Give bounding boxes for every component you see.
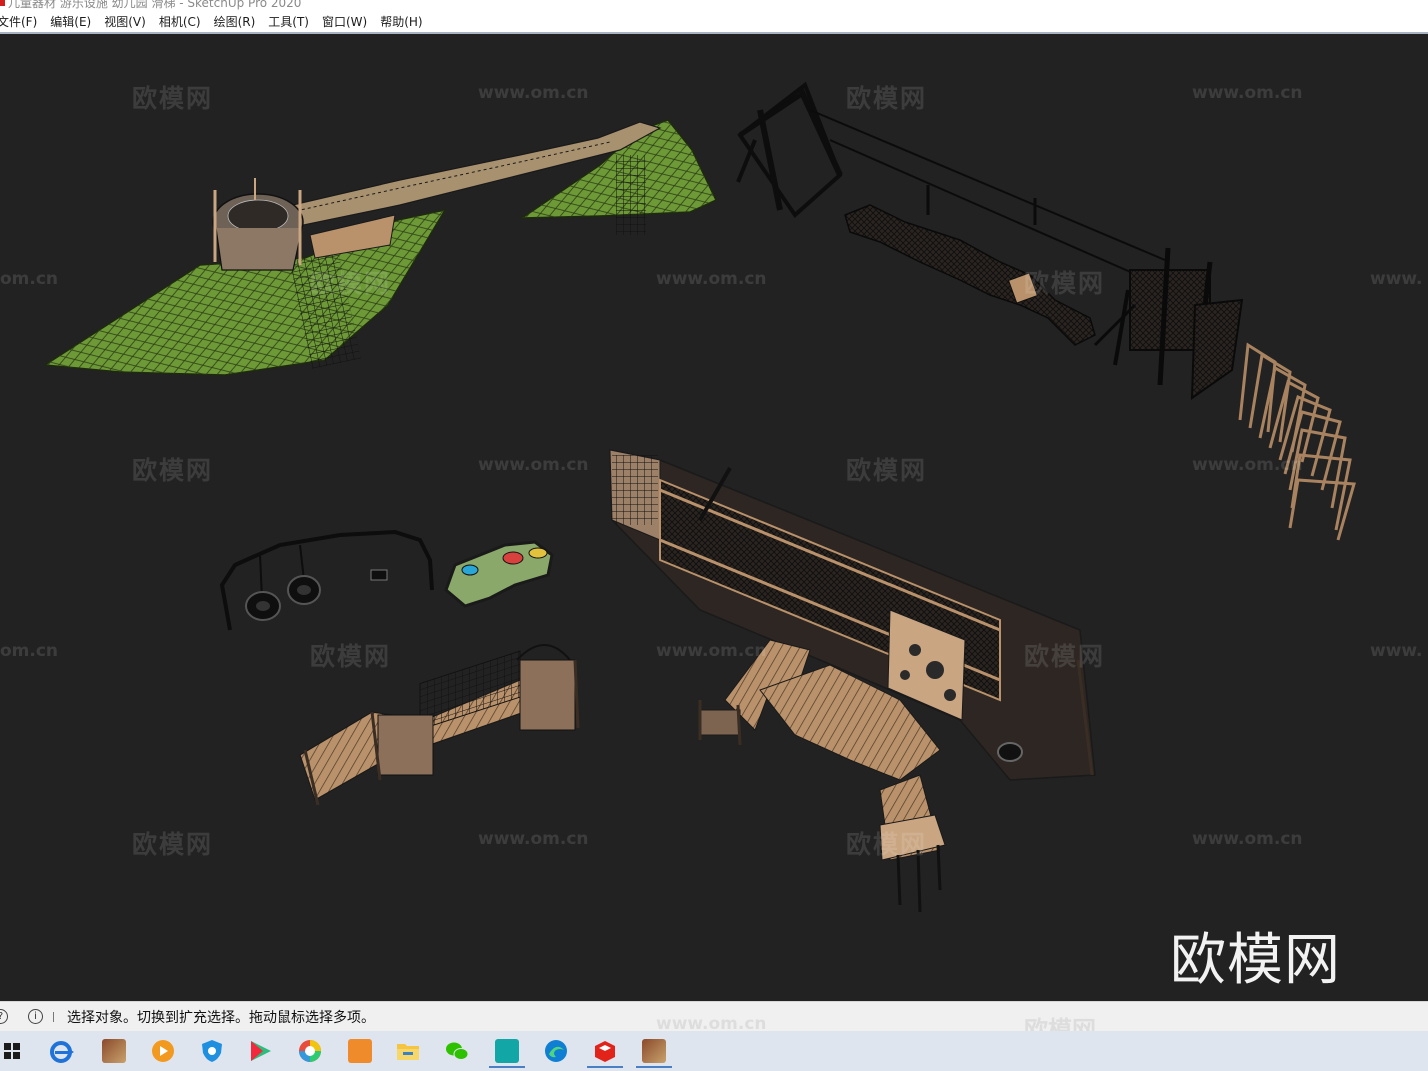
image-viewer-app-icon [102, 1039, 126, 1063]
watermark-url: www.om.cn [478, 455, 589, 475]
menu-view[interactable]: 视图(V) [104, 13, 146, 30]
taskbar-security[interactable] [192, 1034, 232, 1068]
taskbar-video-app[interactable] [241, 1034, 281, 1068]
menu-tools[interactable]: 工具(T) [268, 13, 309, 30]
watermark-url: www. [1370, 269, 1423, 289]
title-bar: 儿童器材 游乐设施 幼儿园 滑梯 - SketchUp Pro 2020 [0, 0, 1428, 11]
watermark-text: 欧模网 [310, 642, 392, 671]
sketchup-icon [595, 1041, 615, 1062]
taskbar-pdf-reader[interactable] [340, 1034, 380, 1068]
watermark-url: www.om.cn [478, 829, 589, 849]
taskbar-sketchup[interactable] [585, 1034, 625, 1068]
watermark-text: 欧模网 [1024, 642, 1106, 671]
watermark-text: 欧模网 [132, 84, 214, 113]
model-viewport[interactable]: 欧模网 www.om.cn 欧模网 www.om.cn om.cn 欧模网 ww… [0, 36, 1428, 1001]
taskbar-3dsmax[interactable] [487, 1034, 527, 1068]
watermark-url: www.om.cn [1192, 829, 1303, 849]
watermark-text: 欧模网 [846, 456, 928, 485]
image-viewer-app-icon-2 [642, 1039, 666, 1063]
pdf-reader-icon [348, 1039, 372, 1063]
status-bar: ? i 选择对象。切换到扩充选择。拖动鼠标选择多项。 www.om.cn 欧模网 [0, 1001, 1428, 1044]
wechat-icon [446, 1042, 469, 1060]
menu-help[interactable]: 帮助(H) [380, 13, 422, 30]
menu-file[interactable]: 文件(F) [0, 13, 37, 30]
watermark-text: 欧模网 [132, 830, 214, 859]
watermark-text: 欧模网 [1024, 269, 1106, 298]
taskbar-color-app[interactable] [290, 1034, 330, 1068]
watermark-url: www. [1370, 641, 1423, 661]
taskbar-image-viewer[interactable] [94, 1034, 134, 1068]
menu-edit[interactable]: 编辑(E) [50, 13, 91, 30]
watermark-url: om.cn [0, 269, 59, 289]
watermark-url: www.om.cn [656, 269, 767, 289]
swing-set-model [219, 529, 434, 631]
internet-explorer-icon [50, 1041, 74, 1063]
menu-window[interactable]: 窗口(W) [322, 13, 367, 30]
3dsmax-icon [495, 1039, 519, 1063]
taskbar-edge[interactable] [536, 1034, 576, 1068]
sketchup-app-icon [0, 0, 5, 6]
media-player-icon [152, 1040, 174, 1062]
status-divider [53, 1011, 54, 1022]
windows-start-icon [4, 1043, 20, 1059]
menu-bar: 文件(F) 编辑(E) 视图(V) 相机(C) 绘图(R) 工具(T) 窗口(W… [0, 11, 1428, 34]
menu-draw[interactable]: 绘图(R) [214, 13, 256, 30]
security-shield-icon [202, 1040, 222, 1062]
watermark-url: om.cn [0, 641, 59, 661]
windows-start-button[interactable] [0, 1034, 32, 1068]
menu-camera[interactable]: 相机(C) [159, 13, 201, 30]
video-app-icon [251, 1041, 271, 1061]
color-wheel-app-icon [299, 1040, 321, 1062]
taskbar-file-explorer[interactable] [388, 1034, 428, 1068]
play-mat-model [444, 540, 554, 608]
watermark-text: 欧模网 [132, 456, 214, 485]
taskbar-internet-explorer[interactable] [42, 1034, 82, 1068]
help-question-icon[interactable]: ? [0, 1009, 8, 1024]
hill-tower-slide-model [42, 119, 718, 376]
watermark-url: www.om.cn [1192, 83, 1303, 103]
edge-browser-icon [545, 1040, 567, 1062]
watermark-text: 欧模网 [846, 84, 928, 113]
taskbar-media-player[interactable] [143, 1034, 183, 1068]
watermark-url: www.om.cn [656, 641, 767, 661]
watermark-url: www.om.cn [478, 83, 589, 103]
watermark-url: www.om.cn [1192, 455, 1303, 475]
status-message: 选择对象。切换到扩充选择。拖动鼠标选择多项。 [67, 1009, 375, 1026]
taskbar-wechat[interactable] [437, 1034, 477, 1068]
watermark-logo: 欧模网 [1170, 928, 1341, 993]
playground-model-scene [42, 81, 1356, 913]
windows-taskbar [0, 1031, 1428, 1071]
info-icon[interactable]: i [28, 1009, 43, 1024]
watermark-text: 欧模网 [846, 830, 928, 859]
taskbar-image-viewer-2[interactable] [634, 1034, 674, 1068]
file-explorer-icon [397, 1044, 419, 1060]
watermark-text: 欧模网 [310, 269, 392, 298]
window-title: 儿童器材 游乐设施 幼儿园 滑梯 - SketchUp Pro 2020 [8, 0, 302, 10]
